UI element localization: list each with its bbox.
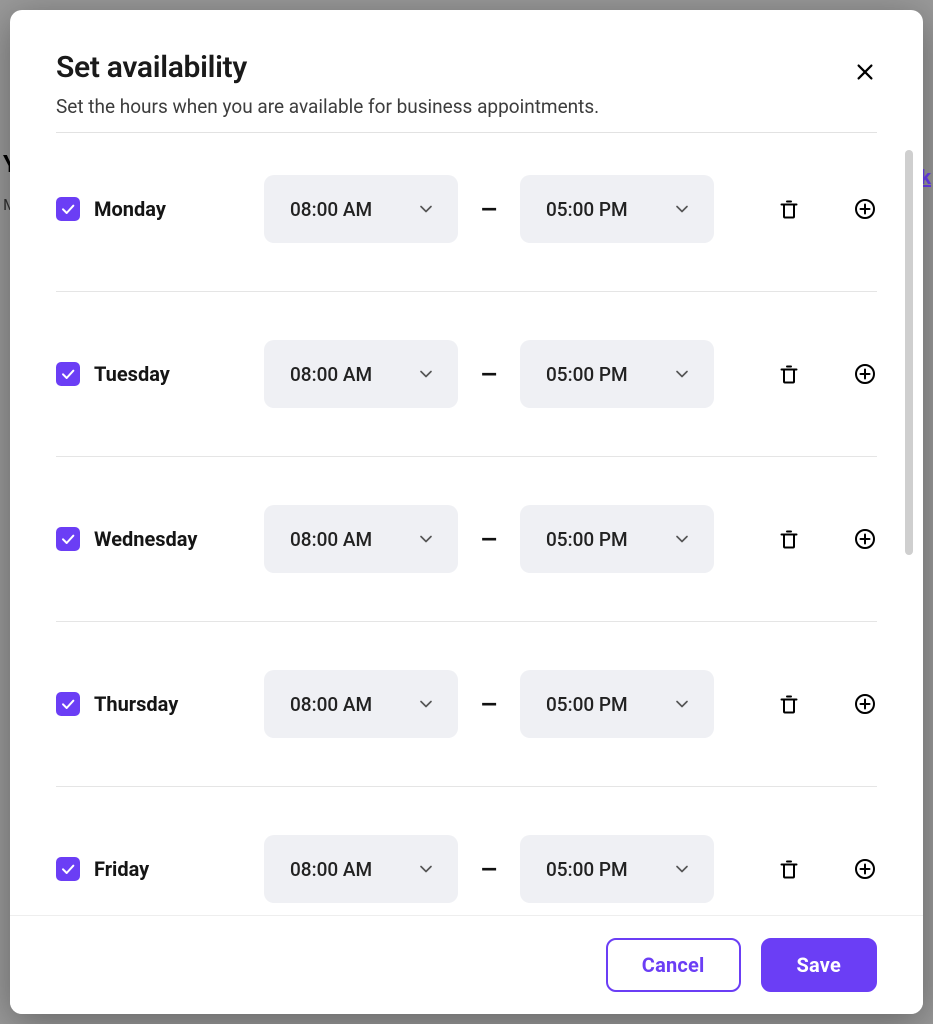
chevron-down-icon — [416, 364, 436, 384]
delete-slot-button[interactable] — [769, 857, 809, 881]
add-slot-button[interactable] — [853, 362, 877, 386]
chevron-down-icon — [416, 694, 436, 714]
day-row: Monday 08:00 AM – 05:00 PM — [56, 133, 877, 292]
plus-circle-icon — [853, 527, 877, 551]
check-icon — [60, 201, 76, 217]
start-time-value: 08:00 AM — [290, 858, 372, 881]
availability-dialog: Set availability Set the hours when you … — [10, 10, 923, 1014]
add-slot-button[interactable] — [853, 527, 877, 551]
end-time-select[interactable]: 05:00 PM — [520, 835, 714, 903]
start-time-select[interactable]: 08:00 AM — [264, 340, 458, 408]
chevron-down-icon — [672, 199, 692, 219]
end-time-value: 05:00 PM — [546, 693, 628, 716]
start-time-value: 08:00 AM — [290, 528, 372, 551]
day-checkbox[interactable] — [56, 362, 80, 386]
day-label: Thursday — [94, 692, 178, 716]
end-time-select[interactable]: 05:00 PM — [520, 505, 714, 573]
check-icon — [60, 531, 76, 547]
plus-circle-icon — [853, 362, 877, 386]
day-checkbox[interactable] — [56, 527, 80, 551]
day-row: Tuesday 08:00 AM – 05:00 PM — [56, 292, 877, 457]
start-time-value: 08:00 AM — [290, 198, 372, 221]
time-separator: – — [480, 523, 498, 556]
check-icon — [60, 366, 76, 382]
day-row: Wednesday 08:00 AM – 05:00 PM — [56, 457, 877, 622]
add-slot-button[interactable] — [853, 197, 877, 221]
start-time-select[interactable]: 08:00 AM — [264, 505, 458, 573]
trash-icon — [777, 527, 801, 551]
delete-slot-button[interactable] — [769, 362, 809, 386]
end-time-select[interactable]: 05:00 PM — [520, 340, 714, 408]
time-separator: – — [480, 688, 498, 721]
chevron-down-icon — [416, 199, 436, 219]
close-button[interactable] — [847, 54, 883, 90]
chevron-down-icon — [672, 364, 692, 384]
day-checkbox[interactable] — [56, 197, 80, 221]
start-time-select[interactable]: 08:00 AM — [264, 670, 458, 738]
day-row: Thursday 08:00 AM – 05:00 PM — [56, 622, 877, 787]
day-label: Monday — [94, 197, 166, 221]
add-slot-button[interactable] — [853, 857, 877, 881]
check-icon — [60, 861, 76, 877]
start-time-select[interactable]: 08:00 AM — [264, 835, 458, 903]
start-time-select[interactable]: 08:00 AM — [264, 175, 458, 243]
end-time-value: 05:00 PM — [546, 858, 628, 881]
cancel-button[interactable]: Cancel — [606, 938, 741, 992]
delete-slot-button[interactable] — [769, 527, 809, 551]
start-time-value: 08:00 AM — [290, 693, 372, 716]
delete-slot-button[interactable] — [769, 692, 809, 716]
time-separator: – — [480, 358, 498, 391]
dialog-subtitle: Set the hours when you are available for… — [56, 95, 877, 118]
add-slot-button[interactable] — [853, 692, 877, 716]
scrollbar[interactable] — [905, 150, 913, 555]
dialog-title: Set availability — [56, 50, 877, 85]
chevron-down-icon — [416, 529, 436, 549]
end-time-value: 05:00 PM — [546, 198, 628, 221]
plus-circle-icon — [853, 857, 877, 881]
time-separator: – — [480, 853, 498, 886]
day-label: Friday — [94, 857, 149, 881]
end-time-value: 05:00 PM — [546, 528, 628, 551]
dialog-footer: Cancel Save — [10, 915, 923, 1014]
end-time-select[interactable]: 05:00 PM — [520, 175, 714, 243]
chevron-down-icon — [672, 859, 692, 879]
trash-icon — [777, 197, 801, 221]
chevron-down-icon — [416, 859, 436, 879]
time-separator: – — [480, 193, 498, 226]
dialog-header: Set availability Set the hours when you … — [56, 50, 877, 118]
close-icon — [854, 61, 876, 83]
trash-icon — [777, 362, 801, 386]
plus-circle-icon — [853, 692, 877, 716]
day-row: Friday 08:00 AM – 05:00 PM — [56, 787, 877, 915]
day-label: Tuesday — [94, 362, 170, 386]
day-checkbox[interactable] — [56, 857, 80, 881]
days-list: Monday 08:00 AM – 05:00 PM — [56, 133, 877, 915]
save-button[interactable]: Save — [761, 938, 877, 992]
end-time-value: 05:00 PM — [546, 363, 628, 386]
chevron-down-icon — [672, 529, 692, 549]
check-icon — [60, 696, 76, 712]
end-time-select[interactable]: 05:00 PM — [520, 670, 714, 738]
day-checkbox[interactable] — [56, 692, 80, 716]
delete-slot-button[interactable] — [769, 197, 809, 221]
trash-icon — [777, 857, 801, 881]
day-label: Wednesday — [94, 527, 197, 551]
start-time-value: 08:00 AM — [290, 363, 372, 386]
trash-icon — [777, 692, 801, 716]
plus-circle-icon — [853, 197, 877, 221]
chevron-down-icon — [672, 694, 692, 714]
